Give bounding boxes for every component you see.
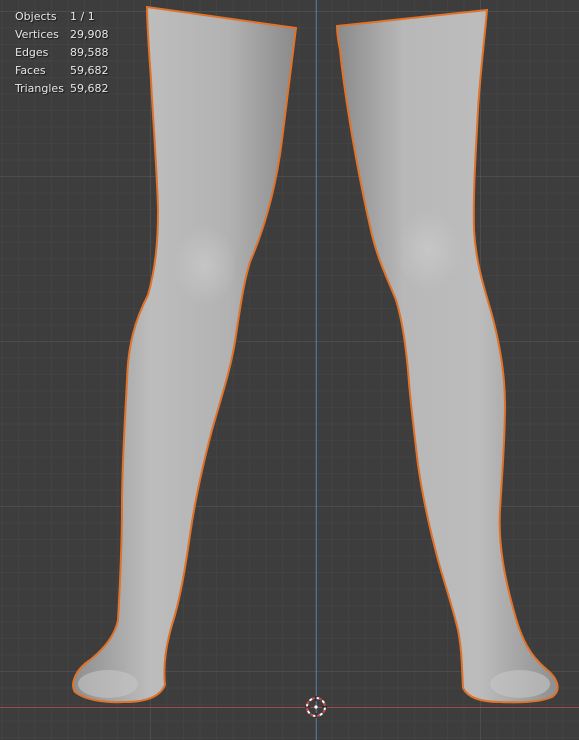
right-leg[interactable]: [335, 8, 559, 704]
stat-value: 29,908: [70, 28, 109, 41]
stat-label: Faces: [15, 64, 46, 77]
stat-triangles: Triangles 59,682: [15, 80, 109, 98]
stat-vertices: Vertices 29,908: [15, 26, 109, 44]
stat-value: 59,682: [70, 64, 109, 77]
left-leg[interactable]: [72, 5, 298, 704]
3d-viewport[interactable]: Objects 1 / 1 Vertices 29,908 Edges 89,5…: [0, 0, 579, 740]
stat-value: 1 / 1: [70, 10, 95, 23]
stat-label: Objects: [15, 10, 57, 23]
stat-value: 59,682: [70, 82, 109, 95]
stat-label: Edges: [15, 46, 49, 59]
stat-label: Triangles: [15, 82, 64, 95]
legs-mesh[interactable]: [0, 0, 579, 740]
stat-value: 89,588: [70, 46, 109, 59]
stat-faces: Faces 59,682: [15, 62, 109, 80]
3d-cursor-icon[interactable]: [305, 696, 327, 718]
stat-objects: Objects 1 / 1: [15, 8, 109, 26]
stat-label: Vertices: [15, 28, 59, 41]
statistics-overlay: Objects 1 / 1 Vertices 29,908 Edges 89,5…: [15, 8, 109, 98]
stat-edges: Edges 89,588: [15, 44, 109, 62]
